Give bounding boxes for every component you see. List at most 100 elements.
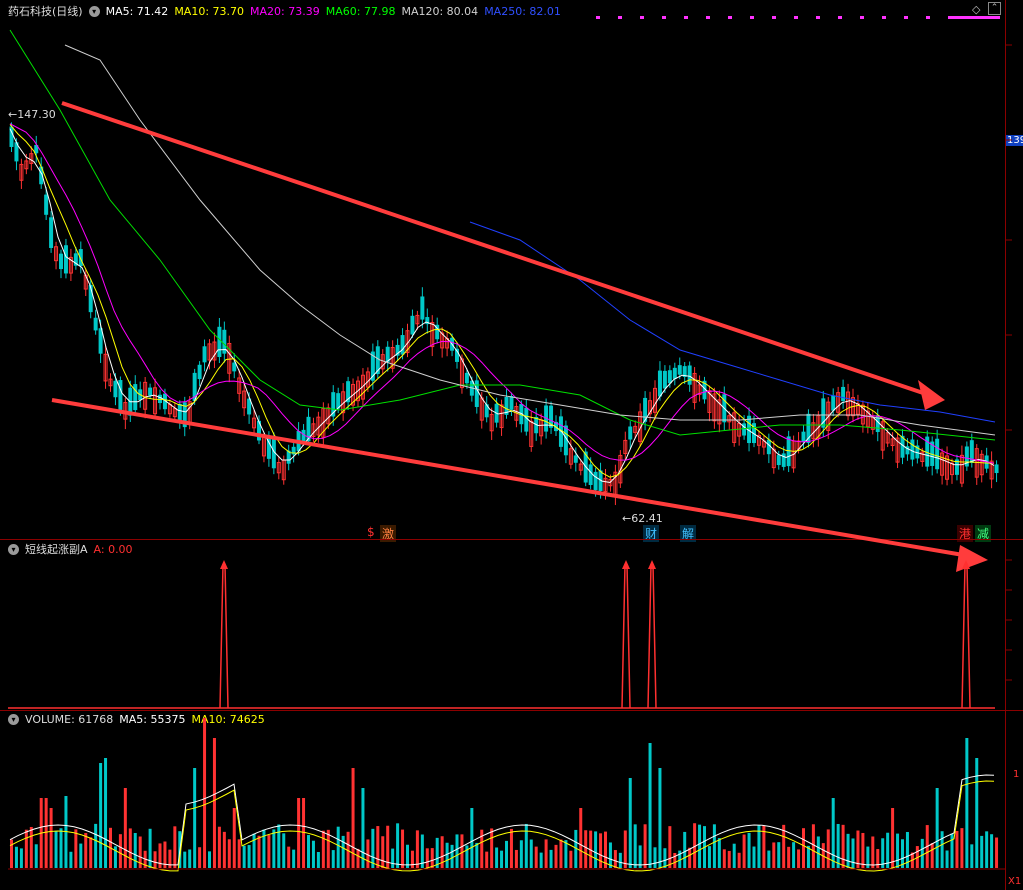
volume-bar (732, 843, 736, 868)
candle-body (232, 362, 237, 372)
candle-body (524, 407, 529, 432)
volume-bar (896, 833, 900, 868)
marker-dash (816, 16, 820, 19)
volume-bar (208, 851, 211, 868)
volume-bar (935, 788, 939, 868)
volume-bar (84, 833, 88, 868)
candle-body (563, 425, 568, 456)
volume-bar (965, 738, 969, 868)
volume-bar (203, 718, 207, 868)
volume-bar (985, 831, 989, 868)
volume-bar (544, 839, 548, 868)
marker-dash (618, 16, 622, 19)
volume-bar (366, 839, 370, 868)
candle-body (202, 346, 207, 363)
volume-bar (277, 824, 281, 868)
volume-bar (608, 842, 612, 868)
candle-body (593, 471, 598, 491)
candle-body (509, 395, 514, 410)
volume-bar (752, 846, 756, 868)
candle-body (687, 365, 692, 385)
volume-bar (297, 798, 301, 868)
volume-bar (500, 850, 504, 868)
volume-bar (153, 851, 157, 868)
candle-body (831, 395, 836, 411)
volume-bar (19, 848, 23, 868)
volume-bar (940, 831, 944, 868)
volume-bar (237, 839, 241, 868)
volume-bar (623, 830, 627, 868)
volume-bar (955, 830, 959, 868)
volume-bar (44, 798, 48, 868)
volume-bar (69, 851, 73, 868)
volume-bar (485, 851, 489, 868)
volume-bar (633, 824, 637, 868)
volume-bar (648, 743, 652, 868)
marker-dash (794, 16, 798, 19)
volume-bar (79, 843, 83, 868)
marker-dash (684, 16, 688, 19)
volume-bar (307, 835, 310, 868)
volume-bar (534, 846, 538, 868)
volume-bar (272, 829, 276, 868)
volume-bar (232, 808, 236, 868)
volume-bar (118, 834, 122, 868)
volume-bar (316, 852, 320, 868)
candle-body (900, 435, 905, 458)
volume-bar (811, 824, 815, 868)
volume-bar (737, 852, 741, 868)
volume-bar (148, 828, 152, 868)
volume-bar (673, 852, 677, 868)
volume-bar (792, 842, 796, 868)
indicator-spike-arrow-icon (622, 560, 630, 569)
candle-body (420, 296, 425, 320)
candle-body (776, 455, 781, 466)
volume-bar (668, 826, 672, 868)
indicator-spike (219, 564, 229, 709)
volume-bar (341, 835, 345, 868)
volume-bar (945, 850, 949, 868)
volume-bar (831, 798, 835, 868)
volume-bar (59, 828, 63, 868)
volume-bar (554, 844, 558, 868)
volume-bar (302, 798, 306, 868)
volume-bar (212, 738, 216, 868)
volume-bar (104, 758, 108, 868)
volume-bar (802, 828, 805, 868)
volume-bar (242, 845, 246, 868)
volume-bar (524, 823, 528, 868)
candle-body (588, 464, 593, 486)
volume-bar (995, 837, 999, 868)
candle-body (271, 439, 276, 469)
volume-bar (257, 835, 261, 868)
volume-bar (826, 829, 830, 868)
volume-bar (287, 846, 291, 868)
volume-bar (599, 833, 603, 868)
volume-bar (193, 768, 197, 868)
candle-body (247, 398, 252, 415)
volume-bar (747, 832, 751, 868)
candle-body (657, 370, 662, 397)
candle-body (628, 426, 633, 440)
candle-body (801, 431, 806, 442)
indicator-spike-arrow-icon (220, 560, 228, 569)
marker-dash (838, 16, 842, 19)
volume-bar (613, 850, 617, 868)
volume-bar (683, 831, 687, 868)
volume-bar (841, 824, 845, 868)
candle-body (217, 326, 222, 358)
volume-bar (920, 838, 924, 868)
volume-bar (742, 834, 746, 868)
marker-dash (860, 16, 864, 19)
volume-bar (594, 831, 598, 868)
chart-canvas[interactable] (0, 0, 1023, 890)
candle-body (336, 393, 341, 409)
volume-bar (336, 826, 340, 868)
volume-bar (836, 823, 840, 868)
marker-dash (904, 16, 908, 19)
indicator-spike (961, 564, 971, 709)
marker-dash (640, 16, 644, 19)
marker-dash (970, 16, 1000, 19)
volume-bar (14, 846, 18, 868)
marker-dash (728, 16, 732, 19)
